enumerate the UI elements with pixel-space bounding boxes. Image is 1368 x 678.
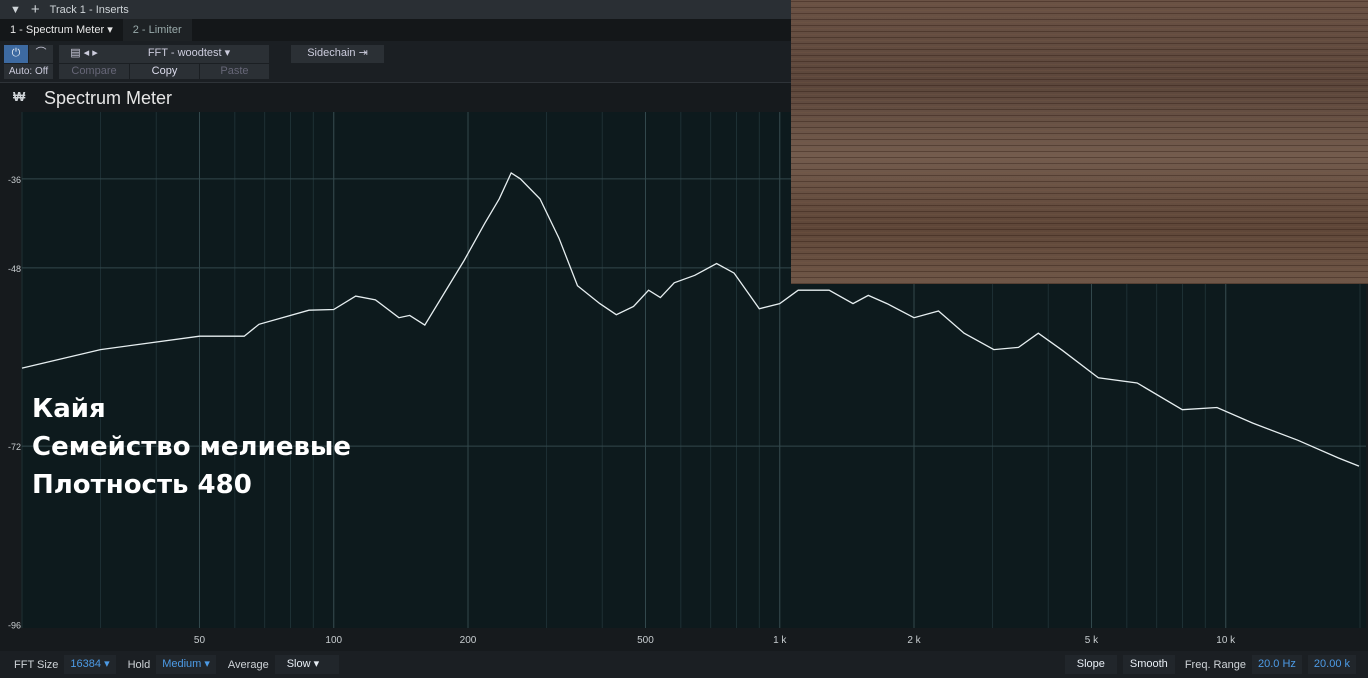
- tab-spectrum-meter[interactable]: 1 - Spectrum Meter ▾: [0, 19, 123, 41]
- tab-limiter[interactable]: 2 - Limiter: [122, 19, 192, 41]
- preset-nav[interactable]: ▤ ◂ ▸: [59, 45, 109, 63]
- automation-icon[interactable]: ⌒: [29, 45, 53, 63]
- header-title: Track 1 - Inserts: [49, 3, 129, 16]
- x-tick-label: 100: [325, 635, 342, 646]
- x-tick-label: 1 k: [773, 635, 787, 646]
- y-tick-label: -36: [8, 175, 21, 185]
- caption-density: Плотность 480: [32, 470, 252, 500]
- x-tick-label: 500: [637, 635, 654, 646]
- bottom-bar: FFT Size 16384 ▾ Hold Medium ▾ Average S…: [0, 651, 1368, 678]
- add-icon[interactable]: +: [31, 1, 40, 18]
- x-tick-label: 50: [194, 635, 206, 646]
- average-label: Average: [227, 658, 269, 671]
- y-tick-label: -72: [8, 442, 21, 452]
- collapse-icon[interactable]: ▼: [10, 4, 21, 16]
- caption-name: Кайя: [32, 394, 106, 424]
- caption-family: Семейство мелиевые: [32, 432, 352, 462]
- power-icon[interactable]: ⏻: [4, 45, 28, 63]
- x-tick-label: 200: [460, 635, 477, 646]
- y-tick-label: -48: [8, 264, 21, 274]
- freq-range-low[interactable]: 20.0 Hz: [1251, 655, 1302, 674]
- slope-button[interactable]: Slope: [1064, 655, 1117, 674]
- plugin-title: Spectrum Meter: [44, 88, 173, 108]
- wood-sample-image: [791, 0, 1368, 284]
- sidechain-button[interactable]: Sidechain ⇥: [291, 45, 384, 63]
- hold-label: Hold: [127, 658, 151, 671]
- auto-off-button[interactable]: Auto: Off: [4, 64, 53, 79]
- smooth-button[interactable]: Smooth: [1122, 655, 1175, 674]
- copy-button[interactable]: Copy: [130, 64, 199, 79]
- freq-range-label: Freq. Range: [1184, 658, 1246, 671]
- wood-caption: Кайя Семейство мелиевые Плотность 480: [32, 390, 351, 504]
- presonus-logo-icon: ₩: [13, 89, 26, 104]
- x-tick-label: 2 k: [907, 635, 921, 646]
- preset-select[interactable]: FFT - woodtest ▾: [109, 45, 269, 63]
- x-tick-label: 5 k: [1085, 635, 1099, 646]
- x-tick-label: 10 k: [1216, 635, 1236, 646]
- average-select[interactable]: Slow ▾: [274, 655, 339, 674]
- fft-size-label: FFT Size: [14, 658, 59, 671]
- compare-button[interactable]: Compare: [59, 64, 129, 79]
- fft-size-select[interactable]: 16384 ▾: [64, 655, 116, 674]
- paste-button[interactable]: Paste: [200, 64, 269, 79]
- freq-range-high[interactable]: 20.00 k: [1307, 655, 1356, 674]
- hold-select[interactable]: Medium ▾: [156, 655, 216, 674]
- y-tick-label: -96: [8, 620, 21, 630]
